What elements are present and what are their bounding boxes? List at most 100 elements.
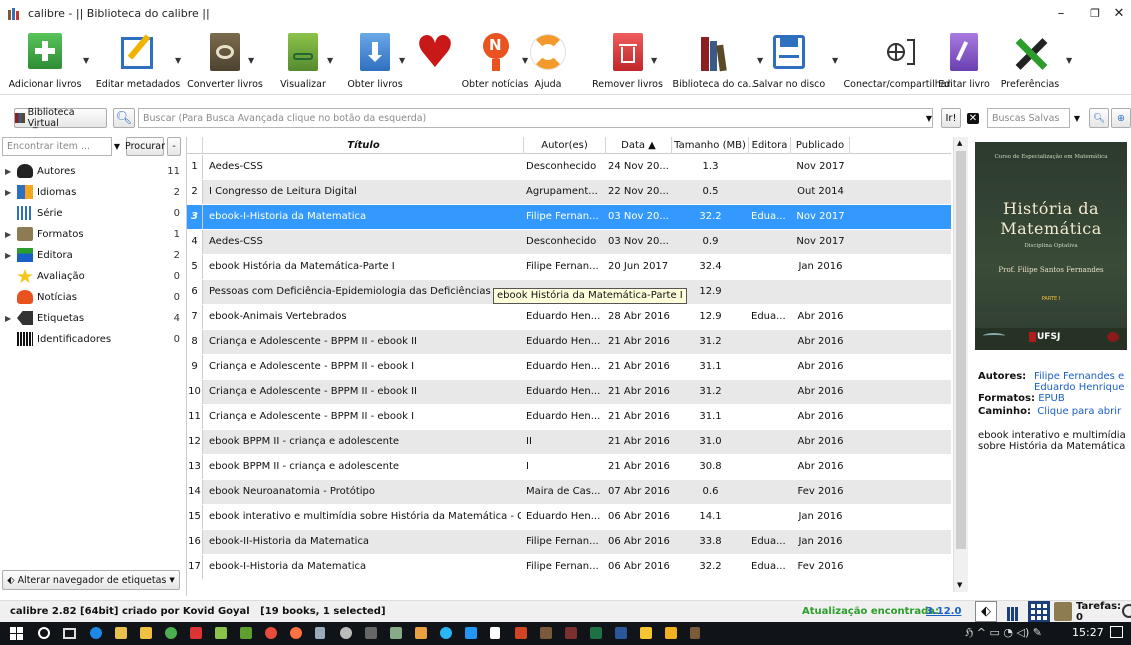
highlight-toggle-button[interactable]: Ir! [941,108,961,128]
app-icon-12[interactable] [490,627,500,639]
find-button[interactable]: Procurar [125,137,165,156]
table-row-selected[interactable]: 3 ebook-I-Historia da Matematica Filipe Fe… [187,205,951,229]
help-button[interactable]: Ajuda [528,27,568,95]
app-icon-13[interactable] [565,627,577,639]
get-books-dropdown-arrow[interactable]: ▼ [399,56,405,65]
add-books-dropdown-arrow[interactable]: ▼ [83,56,89,65]
save-dropdown-arrow[interactable]: ▼ [832,56,838,65]
library-dropdown-arrow[interactable]: ▼ [757,56,763,65]
table-row[interactable]: 12 ebook BPPM II - criança e adolescente I… [187,430,951,454]
table-row[interactable]: 11 Criança e Adolescente - BPPM II - eboo… [187,405,951,429]
tree-item-etiquetas[interactable]: ▶ Etiquetas 4 [0,308,184,328]
edit-book-button[interactable]: Editar livro [938,27,990,95]
donate-heart-button[interactable]: ♥ [415,27,455,95]
windows-start-icon[interactable] [10,627,23,640]
tree-item-autores[interactable]: ▶ Autores 11 [0,161,184,181]
advanced-search-button[interactable]: 🔍︎ [113,108,135,128]
book-cover[interactable]: Curso de Especialização em Matemática Hi… [975,142,1127,350]
virtual-library-button[interactable]: Biblioteca Vi̲rtual [14,107,107,129]
tree-item-avaliacao[interactable]: Avaliação 0 [0,266,184,286]
app-icon-15[interactable] [665,627,677,639]
open-path-link[interactable]: Clique para abrir [1037,406,1121,417]
clear-search-button[interactable]: ✕ [964,108,982,128]
column-header-size[interactable]: Tamanho (MB) [672,137,749,154]
app-icon-10[interactable] [440,627,452,639]
expand-arrow-icon[interactable]: ▶ [5,230,15,239]
add-books-button[interactable]: Adicionar livros [9,27,81,95]
tree-item-serie[interactable]: Série 0 [0,203,184,223]
alter-tag-browser-button[interactable]: ⬖ Alterar navegador de etiquetas ▼ [2,570,180,590]
table-row[interactable]: 2 I Congresso de Leitura Digital Agrupamen… [187,180,951,204]
app-icon-6[interactable] [340,627,352,639]
app-icon-8[interactable] [390,627,402,639]
view-button[interactable]: Visualizar [280,27,326,95]
expand-arrow-icon[interactable]: ▶ [5,188,15,197]
scroll-down-arrow[interactable]: ▼ [957,581,962,589]
saved-searches-dropdown[interactable]: ▼ [1070,108,1084,128]
app-icon-9[interactable] [415,627,427,639]
find-dropdown[interactable]: ▼ [111,137,123,156]
expand-arrow-icon[interactable]: ▶ [5,167,15,176]
table-row[interactable]: 9 Criança e Adolescente - BPPM II - ebook… [187,355,951,379]
connect-share-button[interactable]: Conectar/compartilhar [844,27,951,95]
convert-books-button[interactable]: Converter livros [187,27,263,95]
app-icon-14[interactable] [640,627,652,639]
column-header-title[interactable]: Título [204,137,524,154]
notification-icon[interactable] [1110,626,1123,638]
scroll-up-arrow[interactable]: ▲ [957,139,962,147]
store-icon[interactable] [115,627,127,639]
scrollbar-thumb[interactable] [956,151,966,549]
preferences-button[interactable]: Preferências [1001,27,1059,95]
search-input[interactable]: Buscar (Para Busca Avançada clique no bo… [138,108,933,128]
tree-item-noticias[interactable]: Notícias 0 [0,287,184,307]
remove-books-button[interactable]: Remover livros [592,27,663,95]
calibre-taskbar-icon[interactable] [540,627,552,639]
find-item-input[interactable]: Encontrar item ... [2,137,112,156]
app-icon-2[interactable] [240,627,252,639]
library-button[interactable]: Biblioteca do ca... [673,27,757,95]
table-vertical-scrollbar[interactable]: ▲ ▼ [953,137,968,592]
table-row[interactable]: 16 ebook-II-Historia da Matematica Filipe … [187,530,951,554]
table-row[interactable]: 15 ebook interativo e multimídia sobre Hi… [187,505,951,529]
save-to-disk-button[interactable]: Salvar no disco [753,27,825,95]
edge-browser-icon[interactable] [90,627,102,639]
authors-link[interactable]: Filipe Fernandes e Eduardo Henrique [1034,371,1128,393]
update-version-link[interactable]: 3.12.0 [926,606,961,617]
app-icon-4[interactable] [290,627,302,639]
table-row[interactable]: 17 ebook-I-Historia da Matematica Filipe F… [187,555,951,579]
clock-time[interactable]: 15:27 [1072,626,1104,639]
close-button[interactable]: ✕ [1096,0,1131,27]
save-search-button[interactable]: ⊕ [1111,108,1131,128]
format-epub-link[interactable]: EPUB [1038,393,1065,404]
table-row[interactable]: 13 ebook BPPM II - criança e adolescente I… [187,455,951,479]
table-row[interactable]: 1 Aedes-CSS Desconhecido 24 Nov 20... 1.3 Nov… [187,155,951,179]
table-row[interactable]: 10 Criança e Adolescente - BPPM II - eboo… [187,380,951,404]
table-row[interactable]: 8 Criança e Adolescente - BPPM II - ebook… [187,330,951,354]
column-header-publisher[interactable]: Editora [749,137,791,154]
app-icon-1[interactable] [215,627,227,639]
preferences-dropdown-arrow[interactable]: ▼ [1066,56,1072,65]
cover-browser-icon[interactable] [1054,602,1072,621]
tree-item-identificadores[interactable]: Identificadores 0 [0,329,184,349]
app-icon-16[interactable] [690,627,700,639]
table-row[interactable]: 14 ebook Neuroanatomia - Protótipo Maira d… [187,480,951,504]
task-view-icon[interactable] [63,628,76,639]
word-icon[interactable] [615,627,627,639]
tree-item-idiomas[interactable]: ▶ Idiomas 2 [0,182,184,202]
grid-view-icon[interactable] [1028,601,1050,622]
layout-columns-icon[interactable] [1003,603,1021,621]
table-row[interactable]: 5 ebook História da Matemática-Parte I Fil… [187,255,951,279]
edit-metadata-button[interactable]: Editar metadados [96,27,180,95]
app-icon-3[interactable] [265,627,277,639]
tree-item-formatos[interactable]: ▶ Formatos 1 [0,224,184,244]
edit-metadata-dropdown-arrow[interactable]: ▼ [175,56,181,65]
tree-item-editora[interactable]: ▶ Editora 2 [0,245,184,265]
tag-mark-button[interactable]: ⬖ [975,601,997,622]
app-icon-11[interactable] [465,627,477,639]
get-news-button[interactable]: N Obter notícias [462,27,528,95]
column-header-date[interactable]: Data ▲ [606,137,672,154]
get-books-button[interactable]: Obter livros [347,27,403,95]
cortana-search-icon[interactable] [38,627,50,639]
powerpoint-icon[interactable] [515,627,527,639]
column-header-author[interactable]: Autor(es) [524,137,606,154]
